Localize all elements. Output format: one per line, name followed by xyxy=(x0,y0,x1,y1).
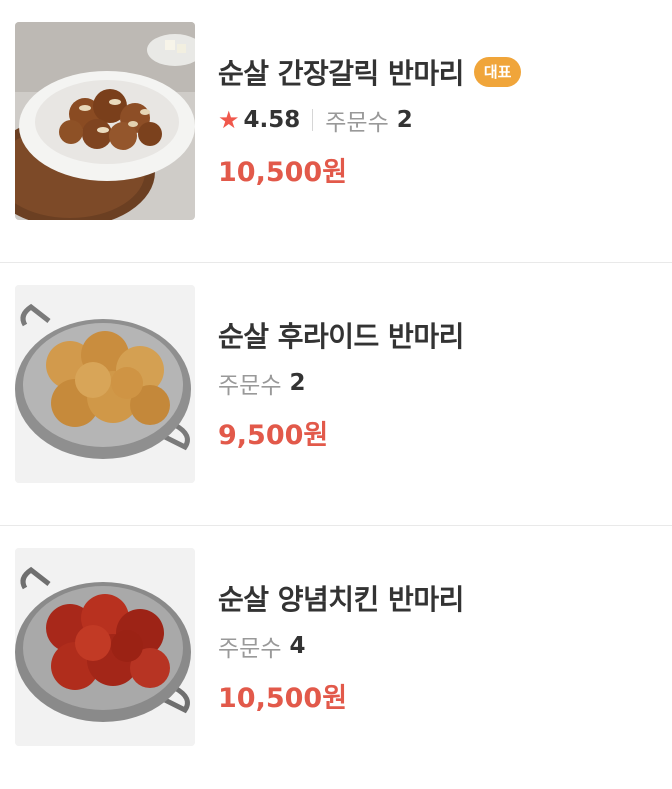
signature-badge: 대표 xyxy=(473,57,522,87)
orders-label: 주문수 xyxy=(325,110,389,136)
menu-item-meta: ★ 4.58 주문수 2 xyxy=(218,102,662,138)
menu-item-image xyxy=(15,285,195,483)
menu-item-price: 9,500원 xyxy=(218,420,329,451)
orders-label: 주문수 xyxy=(218,636,282,662)
menu-item-image xyxy=(15,548,195,746)
meta-divider xyxy=(312,109,314,131)
fried-chicken-image xyxy=(15,285,195,483)
menu-item-yangnyeom[interactable]: 순살 양념치킨 반마리 주문수 4 10,500원 xyxy=(0,526,672,789)
menu-item-name: 순살 후라이드 반마리 xyxy=(218,320,464,353)
menu-item-price: 10,500원 xyxy=(218,683,348,714)
menu-item-title-row: 순살 후라이드 반마리 xyxy=(218,315,662,355)
orders-count: 2 xyxy=(289,370,306,396)
menu-item-title-row: 순살 양념치킨 반마리 xyxy=(218,578,662,618)
soy-garlic-chicken-image xyxy=(15,22,195,220)
menu-item-info: 순살 후라이드 반마리 주문수 2 9,500원 xyxy=(218,315,662,452)
menu-item-rating: 4.58 xyxy=(243,107,301,133)
star-icon: ★ xyxy=(218,106,240,134)
menu-item-fried[interactable]: 순살 후라이드 반마리 주문수 2 9,500원 xyxy=(0,263,672,526)
menu-item-info: 순살 간장갈릭 반마리 대표 ★ 4.58 주문수 2 10,500원 xyxy=(218,52,662,189)
orders-count: 2 xyxy=(396,107,413,133)
menu-item-meta: 주문수 2 xyxy=(218,365,662,401)
menu-item-image xyxy=(15,22,195,220)
menu-item-meta: 주문수 4 xyxy=(218,628,662,664)
menu-item-name: 순살 간장갈릭 반마리 xyxy=(218,57,464,90)
menu-item-price: 10,500원 xyxy=(218,157,348,188)
yangnyeom-chicken-image xyxy=(15,548,195,746)
menu-item-soy-garlic[interactable]: 순살 간장갈릭 반마리 대표 ★ 4.58 주문수 2 10,500원 xyxy=(0,0,672,263)
orders-label: 주문수 xyxy=(218,373,282,399)
orders-count: 4 xyxy=(289,633,306,659)
menu-list: 순살 간장갈릭 반마리 대표 ★ 4.58 주문수 2 10,500원 순살 후… xyxy=(0,0,672,789)
menu-item-info: 순살 양념치킨 반마리 주문수 4 10,500원 xyxy=(218,578,662,715)
menu-item-name: 순살 양념치킨 반마리 xyxy=(218,583,464,616)
menu-item-title-row: 순살 간장갈릭 반마리 대표 xyxy=(218,52,662,92)
